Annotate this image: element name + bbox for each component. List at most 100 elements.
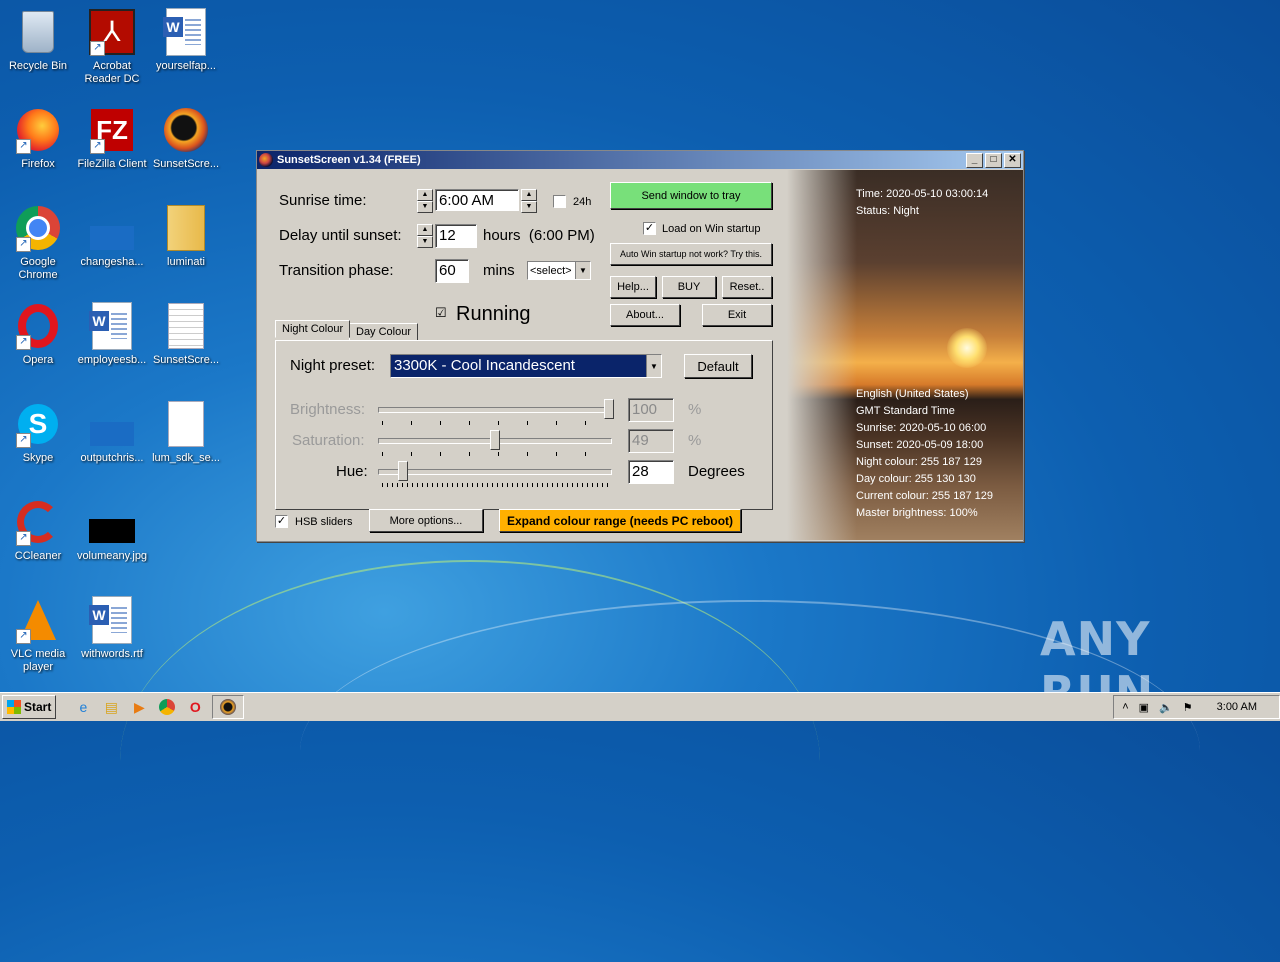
desktop-icon-acrobat[interactable]: ⅄ ↗ Acrobat Reader DC bbox=[74, 8, 150, 86]
blank-file-icon bbox=[162, 400, 210, 448]
image-file-icon bbox=[88, 498, 136, 546]
send-to-tray-button[interactable]: Send window to tray bbox=[610, 182, 772, 209]
night-preset-value: 3300K - Cool Incandescent bbox=[394, 357, 575, 374]
hsb-sliders-checkbox[interactable]: ✓ bbox=[275, 515, 288, 528]
hue-value[interactable]: 28 bbox=[628, 460, 674, 484]
info-night-colour: Night colour: 255 187 129 bbox=[856, 456, 982, 468]
sunrise-spinner-right[interactable]: ▲ ▼ bbox=[521, 189, 537, 213]
desktop-icon-employeesb[interactable]: W employeesb... bbox=[74, 302, 150, 367]
sunrise-spinner-left[interactable]: ▲ ▼ bbox=[417, 189, 433, 213]
exit-button[interactable]: Exit bbox=[702, 304, 772, 326]
saturation-slider-thumb[interactable] bbox=[490, 430, 500, 450]
hue-unit: Degrees bbox=[688, 463, 745, 480]
word-document-icon: W bbox=[88, 596, 136, 644]
default-button[interactable]: Default bbox=[684, 354, 752, 378]
saturation-value: 49 bbox=[628, 429, 674, 453]
desktop-icon-chrome[interactable]: ↗ Google Chrome bbox=[0, 204, 76, 282]
load-startup-checkbox[interactable]: ✓ bbox=[643, 222, 656, 235]
desktop-icon-ccleaner[interactable]: ↗ CCleaner bbox=[0, 498, 76, 563]
minimize-button[interactable]: _ bbox=[966, 152, 983, 168]
info-day-colour: Day colour: 255 130 130 bbox=[856, 473, 976, 485]
delay-spinner[interactable]: ▲ ▼ bbox=[417, 224, 433, 248]
sunsetscreen-icon bbox=[259, 153, 273, 167]
saturation-unit: % bbox=[688, 432, 702, 449]
desktop-icon-sunsetscreen-file[interactable]: SunsetScre... bbox=[148, 302, 224, 367]
tab-night-colour[interactable]: Night Colour bbox=[275, 320, 351, 338]
media-player-icon[interactable]: ▶ bbox=[128, 696, 150, 718]
chevron-down-icon: ▼ bbox=[646, 355, 661, 377]
sunrise-time-input[interactable]: 6:00 AM bbox=[435, 189, 519, 211]
info-time: Time: 2020-05-10 03:00:14 bbox=[856, 188, 989, 200]
sunsetscreen-icon bbox=[162, 106, 210, 154]
desktop-icon-withwords[interactable]: W withwords.rtf bbox=[74, 596, 150, 661]
brightness-slider-thumb[interactable] bbox=[604, 399, 614, 419]
action-center-flag-icon[interactable]: ⚑ bbox=[1183, 701, 1193, 714]
desktop-icon-vlc[interactable]: ↗ VLC media player bbox=[0, 596, 76, 674]
tab-day-colour[interactable]: Day Colour bbox=[349, 323, 419, 341]
saturation-label: Saturation: bbox=[292, 432, 365, 449]
chrome-icon: ↗ bbox=[14, 204, 62, 252]
desktop-icon-changesha[interactable]: changesha... bbox=[74, 204, 150, 269]
more-options-button[interactable]: More options... bbox=[369, 509, 483, 532]
opera-icon[interactable]: O bbox=[184, 696, 206, 718]
chrome-icon[interactable] bbox=[156, 696, 178, 718]
system-tray: ˄ ▣ 🔈 ⚑ 3:00 AM bbox=[1113, 695, 1280, 719]
blank-file-icon bbox=[88, 204, 136, 252]
file-explorer-icon[interactable]: ▤ bbox=[100, 696, 122, 718]
night-colour-panel: Night preset: 3300K - Cool Incandescent … bbox=[275, 340, 773, 510]
auto-startup-button[interactable]: Auto Win startup not work? Try this. bbox=[610, 243, 772, 265]
desktop-icon-firefox[interactable]: ↗ Firefox bbox=[0, 106, 76, 171]
desktop-icon-skype[interactable]: S ↗ Skype bbox=[0, 400, 76, 465]
desktop-icon-opera[interactable]: ↗ Opera bbox=[0, 302, 76, 367]
buy-button[interactable]: BUY bbox=[662, 276, 716, 298]
desktop-icon-lum-sdk[interactable]: lum_sdk_se... bbox=[148, 400, 224, 465]
desktop-icon-sunsetscreen-app[interactable]: SunsetScre... bbox=[148, 106, 224, 171]
desktop-icon-yourselfap[interactable]: W yourselfap... bbox=[148, 8, 224, 73]
transition-select[interactable]: <select> ▼ bbox=[527, 261, 591, 280]
volume-icon[interactable]: 🔈 bbox=[1159, 701, 1173, 714]
window-titlebar[interactable]: SunsetScreen v1.34 (FREE) _ □ ✕ bbox=[257, 151, 1023, 169]
transition-select-value: <select> bbox=[530, 265, 572, 277]
info-top: Time: 2020-05-10 03:00:14 Status: Night bbox=[856, 186, 988, 220]
night-preset-select[interactable]: 3300K - Cool Incandescent ▼ bbox=[390, 354, 662, 378]
internet-explorer-icon[interactable]: e bbox=[72, 696, 94, 718]
sunsetscreen-taskbar-button[interactable] bbox=[212, 695, 245, 719]
brightness-unit: % bbox=[688, 401, 702, 418]
running-check-icon[interactable]: ☑ bbox=[435, 305, 447, 321]
desktop-icon-recycle-bin[interactable]: Recycle Bin bbox=[0, 8, 76, 73]
brightness-slider[interactable] bbox=[378, 407, 612, 413]
hue-slider-thumb[interactable] bbox=[398, 461, 408, 481]
desktop-icon-outputchris[interactable]: outputchris... bbox=[74, 400, 150, 465]
maximize-button[interactable]: □ bbox=[985, 152, 1002, 168]
about-button[interactable]: About... bbox=[610, 304, 680, 326]
delay-hours-input[interactable]: 12 bbox=[435, 224, 477, 248]
saturation-ticks bbox=[382, 452, 612, 456]
panel-fade bbox=[787, 170, 857, 540]
show-hidden-icons-icon[interactable]: ˄ bbox=[1122, 701, 1128, 713]
hue-slider[interactable] bbox=[378, 469, 612, 475]
sunsetscreen-window: SunsetScreen v1.34 (FREE) _ □ ✕ Sunrise … bbox=[256, 150, 1024, 542]
word-document-icon: W bbox=[162, 8, 210, 56]
reset-button[interactable]: Reset.. bbox=[722, 276, 772, 298]
night-preset-label: Night preset: bbox=[290, 357, 376, 374]
clock[interactable]: 3:00 AM bbox=[1217, 701, 1257, 713]
skype-icon: S ↗ bbox=[14, 400, 62, 448]
start-button[interactable]: Start bbox=[2, 695, 57, 719]
folder-icon bbox=[162, 204, 210, 252]
desktop-icon-volumeany[interactable]: volumeany.jpg bbox=[74, 498, 150, 563]
ccleaner-icon: ↗ bbox=[14, 498, 62, 546]
close-button[interactable]: ✕ bbox=[1004, 152, 1021, 168]
chevron-down-icon: ▼ bbox=[575, 262, 590, 279]
expand-colour-range-button[interactable]: Expand colour range (needs PC reboot) bbox=[499, 509, 741, 532]
desktop-icon-luminati[interactable]: luminati bbox=[148, 204, 224, 269]
24h-label: 24h bbox=[573, 196, 592, 208]
help-button[interactable]: Help... bbox=[610, 276, 656, 298]
desktop-icon-filezilla[interactable]: FZ ↗ FileZilla Client bbox=[74, 106, 150, 171]
running-label: Running bbox=[456, 303, 531, 325]
taskbar: Start e ▤ ▶ O ˄ ▣ 🔈 ⚑ 3:00 AM bbox=[0, 692, 1280, 721]
window-title: SunsetScreen v1.34 (FREE) bbox=[277, 154, 421, 166]
transition-mins-input[interactable]: 60 bbox=[435, 259, 469, 283]
24h-checkbox[interactable] bbox=[553, 195, 566, 208]
brightness-label: Brightness: bbox=[290, 401, 366, 418]
network-icon[interactable]: ▣ bbox=[1139, 701, 1149, 714]
